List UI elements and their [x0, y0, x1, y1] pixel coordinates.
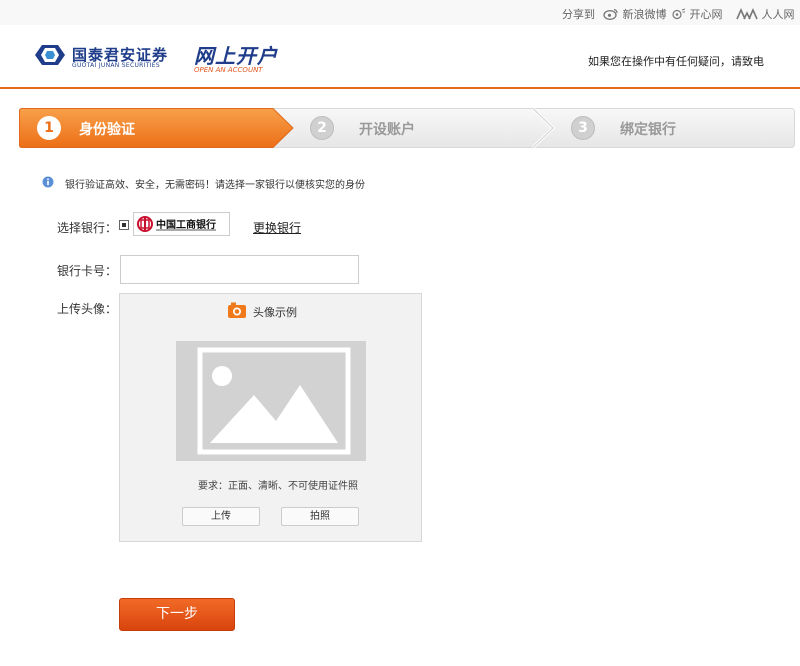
- take-photo-button[interactable]: 拍照: [281, 507, 359, 526]
- guotai-junan-logo-icon: [35, 45, 65, 65]
- avatar-label: 上传头像：: [57, 302, 118, 316]
- weibo-icon: [603, 8, 618, 20]
- step-3-label: 绑定银行: [620, 122, 676, 138]
- card-number-label: 银行卡号：: [57, 264, 118, 278]
- change-bank-link[interactable]: 更换银行: [253, 219, 301, 236]
- brand-name-en: GUOTAI JUNAN SECURITIES: [72, 62, 160, 69]
- bank-logo[interactable]: 中国工商银行: [133, 212, 230, 236]
- bank-radio-dot: [122, 223, 126, 227]
- step-1-number: 1: [37, 116, 61, 140]
- kaixin-icon: [672, 8, 686, 20]
- share-weibo-link[interactable]: 新浪微博: [603, 6, 667, 22]
- help-note: 如果您在操作中有任何疑问，请致电: [588, 55, 764, 68]
- info-icon: [42, 176, 54, 188]
- share-weibo-label: 新浪微博: [622, 8, 667, 21]
- header-divider: [0, 87, 800, 89]
- product-title-en: OPEN AN ACCOUNT: [194, 66, 263, 74]
- bank-label: 选择银行：: [57, 221, 118, 235]
- bank-name-en-line: [156, 229, 216, 231]
- photo-requirement: 要求：正面、清晰、不可使用证件照: [198, 481, 358, 492]
- avatar-upload-panel: 头像示例 要求：正面、清晰、不可使用证件照 上传 拍照: [119, 293, 422, 542]
- share-renren-link[interactable]: 人人网: [736, 6, 795, 22]
- share-kaixin-link[interactable]: 开心网: [672, 6, 723, 22]
- camera-icon: [228, 302, 246, 318]
- upload-button[interactable]: 上传: [182, 507, 260, 526]
- image-placeholder-icon: [176, 341, 366, 461]
- share-label: 分享到: [562, 8, 595, 21]
- share-bar: 分享到 新浪微博 开心网 人人网: [0, 0, 800, 25]
- product-title: 网上开户: [194, 44, 278, 68]
- header: 国泰君安证券 GUOTAI JUNAN SECURITIES 网上开户 OPEN…: [0, 25, 800, 87]
- step-2-label: 开设账户: [359, 122, 415, 138]
- step-3-number: 3: [571, 116, 595, 140]
- next-step-button[interactable]: 下一步: [119, 598, 235, 631]
- renren-icon: [736, 8, 758, 20]
- share-renren-label: 人人网: [761, 8, 795, 21]
- share-kaixin-label: 开心网: [689, 8, 723, 21]
- bank-radio[interactable]: [119, 220, 129, 230]
- step-2-number: 2: [310, 116, 334, 140]
- info-message: 银行验证高效、安全，无需密码！请选择一家银行以便核实您的身份: [65, 180, 365, 191]
- step-1-label: 身份验证: [79, 122, 135, 138]
- avatar-sample-label: 头像示例: [253, 306, 297, 319]
- icbc-logo-icon: [137, 216, 153, 232]
- card-number-input[interactable]: [120, 255, 359, 284]
- progress-steps: 1 身份验证 2 开设账户 3 绑定银行: [19, 108, 795, 148]
